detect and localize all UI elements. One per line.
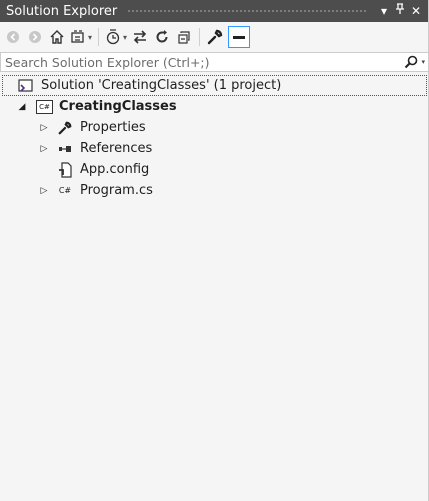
auto-hide-pin-icon[interactable]	[392, 0, 408, 22]
back-arrow-icon	[7, 31, 19, 43]
collapsed-arrow-icon[interactable]: ▷	[36, 186, 52, 196]
drag-grip[interactable]	[127, 8, 368, 14]
tree-item-label: References	[80, 141, 153, 156]
solution-tree: Solution 'CreatingClasses' (1 project) ◢…	[0, 72, 428, 201]
collapsed-arrow-icon[interactable]: ▷	[36, 123, 52, 133]
collapsed-arrow-icon[interactable]: ▷	[36, 144, 52, 154]
switch-views-icon	[71, 30, 84, 43]
csharp-project-icon: C#	[36, 99, 53, 114]
chevron-down-icon: ▾	[88, 32, 93, 42]
expanded-arrow-icon[interactable]: ◢	[14, 102, 30, 112]
back-button[interactable]	[4, 26, 22, 48]
search-box: ▾	[0, 52, 429, 72]
project-label: CreatingClasses	[59, 99, 177, 114]
window-position-dropdown-icon[interactable]: ▾	[376, 0, 392, 22]
config-file-icon	[56, 161, 74, 178]
wrench-icon	[207, 29, 223, 45]
tree-item-solution[interactable]: Solution 'CreatingClasses' (1 project)	[2, 75, 427, 96]
references-icon	[56, 141, 74, 157]
switch-views-button[interactable]: ▾	[70, 26, 92, 48]
tree-item-references[interactable]: ▷ References	[0, 138, 428, 159]
tree-item-properties[interactable]: ▷ Properties	[0, 117, 428, 138]
solution-explorer-panel: Solution Explorer ▾ ✕ ▾ ▾ Search Solutio…	[0, 0, 429, 501]
sync-with-active-document-button[interactable]	[131, 26, 149, 48]
wrench-icon	[56, 120, 74, 136]
collapse-all-button[interactable]	[175, 26, 193, 48]
csharp-file-icon: C#	[58, 186, 72, 195]
search-button[interactable]	[401, 55, 421, 69]
close-icon[interactable]: ✕	[408, 0, 424, 22]
toolbar-separator	[199, 28, 201, 46]
preview-icon	[233, 36, 246, 39]
home-button[interactable]	[48, 26, 66, 48]
refresh-button[interactable]	[153, 26, 171, 48]
forward-button[interactable]	[26, 26, 44, 48]
search-input[interactable]	[1, 54, 402, 70]
solution-label: Solution 'CreatingClasses' (1 project)	[41, 78, 282, 93]
refresh-icon	[156, 30, 168, 43]
solution-icon	[17, 78, 35, 94]
preview-selected-items-button[interactable]	[228, 26, 251, 48]
chevron-down-icon: ▾	[123, 32, 128, 42]
properties-button[interactable]	[206, 26, 224, 48]
tree-item-label: Program.cs	[80, 183, 153, 198]
clock-filter-icon	[106, 29, 120, 45]
pin-icon	[396, 3, 404, 14]
sync-arrows-icon	[133, 30, 147, 44]
forward-arrow-icon	[29, 31, 41, 43]
search-options-dropdown-icon[interactable]: ▾	[421, 58, 425, 66]
tree-item-label: Properties	[80, 120, 146, 135]
pending-changes-filter-button[interactable]: ▾	[105, 26, 127, 48]
tree-item-program-cs[interactable]: ▷ C# Program.cs	[0, 180, 428, 201]
tree-item-label: App.config	[80, 162, 150, 177]
search-icon	[405, 55, 418, 69]
toolbar: ▾ ▾	[0, 22, 428, 52]
title-bar[interactable]: Solution Explorer ▾ ✕	[0, 0, 428, 22]
toolbar-separator	[98, 28, 100, 46]
panel-title: Solution Explorer	[6, 3, 118, 19]
home-icon	[50, 30, 64, 44]
tree-item-project[interactable]: ◢ C# CreatingClasses	[0, 96, 428, 117]
tree-item-app-config[interactable]: App.config	[0, 159, 428, 180]
collapse-all-icon	[178, 31, 190, 44]
